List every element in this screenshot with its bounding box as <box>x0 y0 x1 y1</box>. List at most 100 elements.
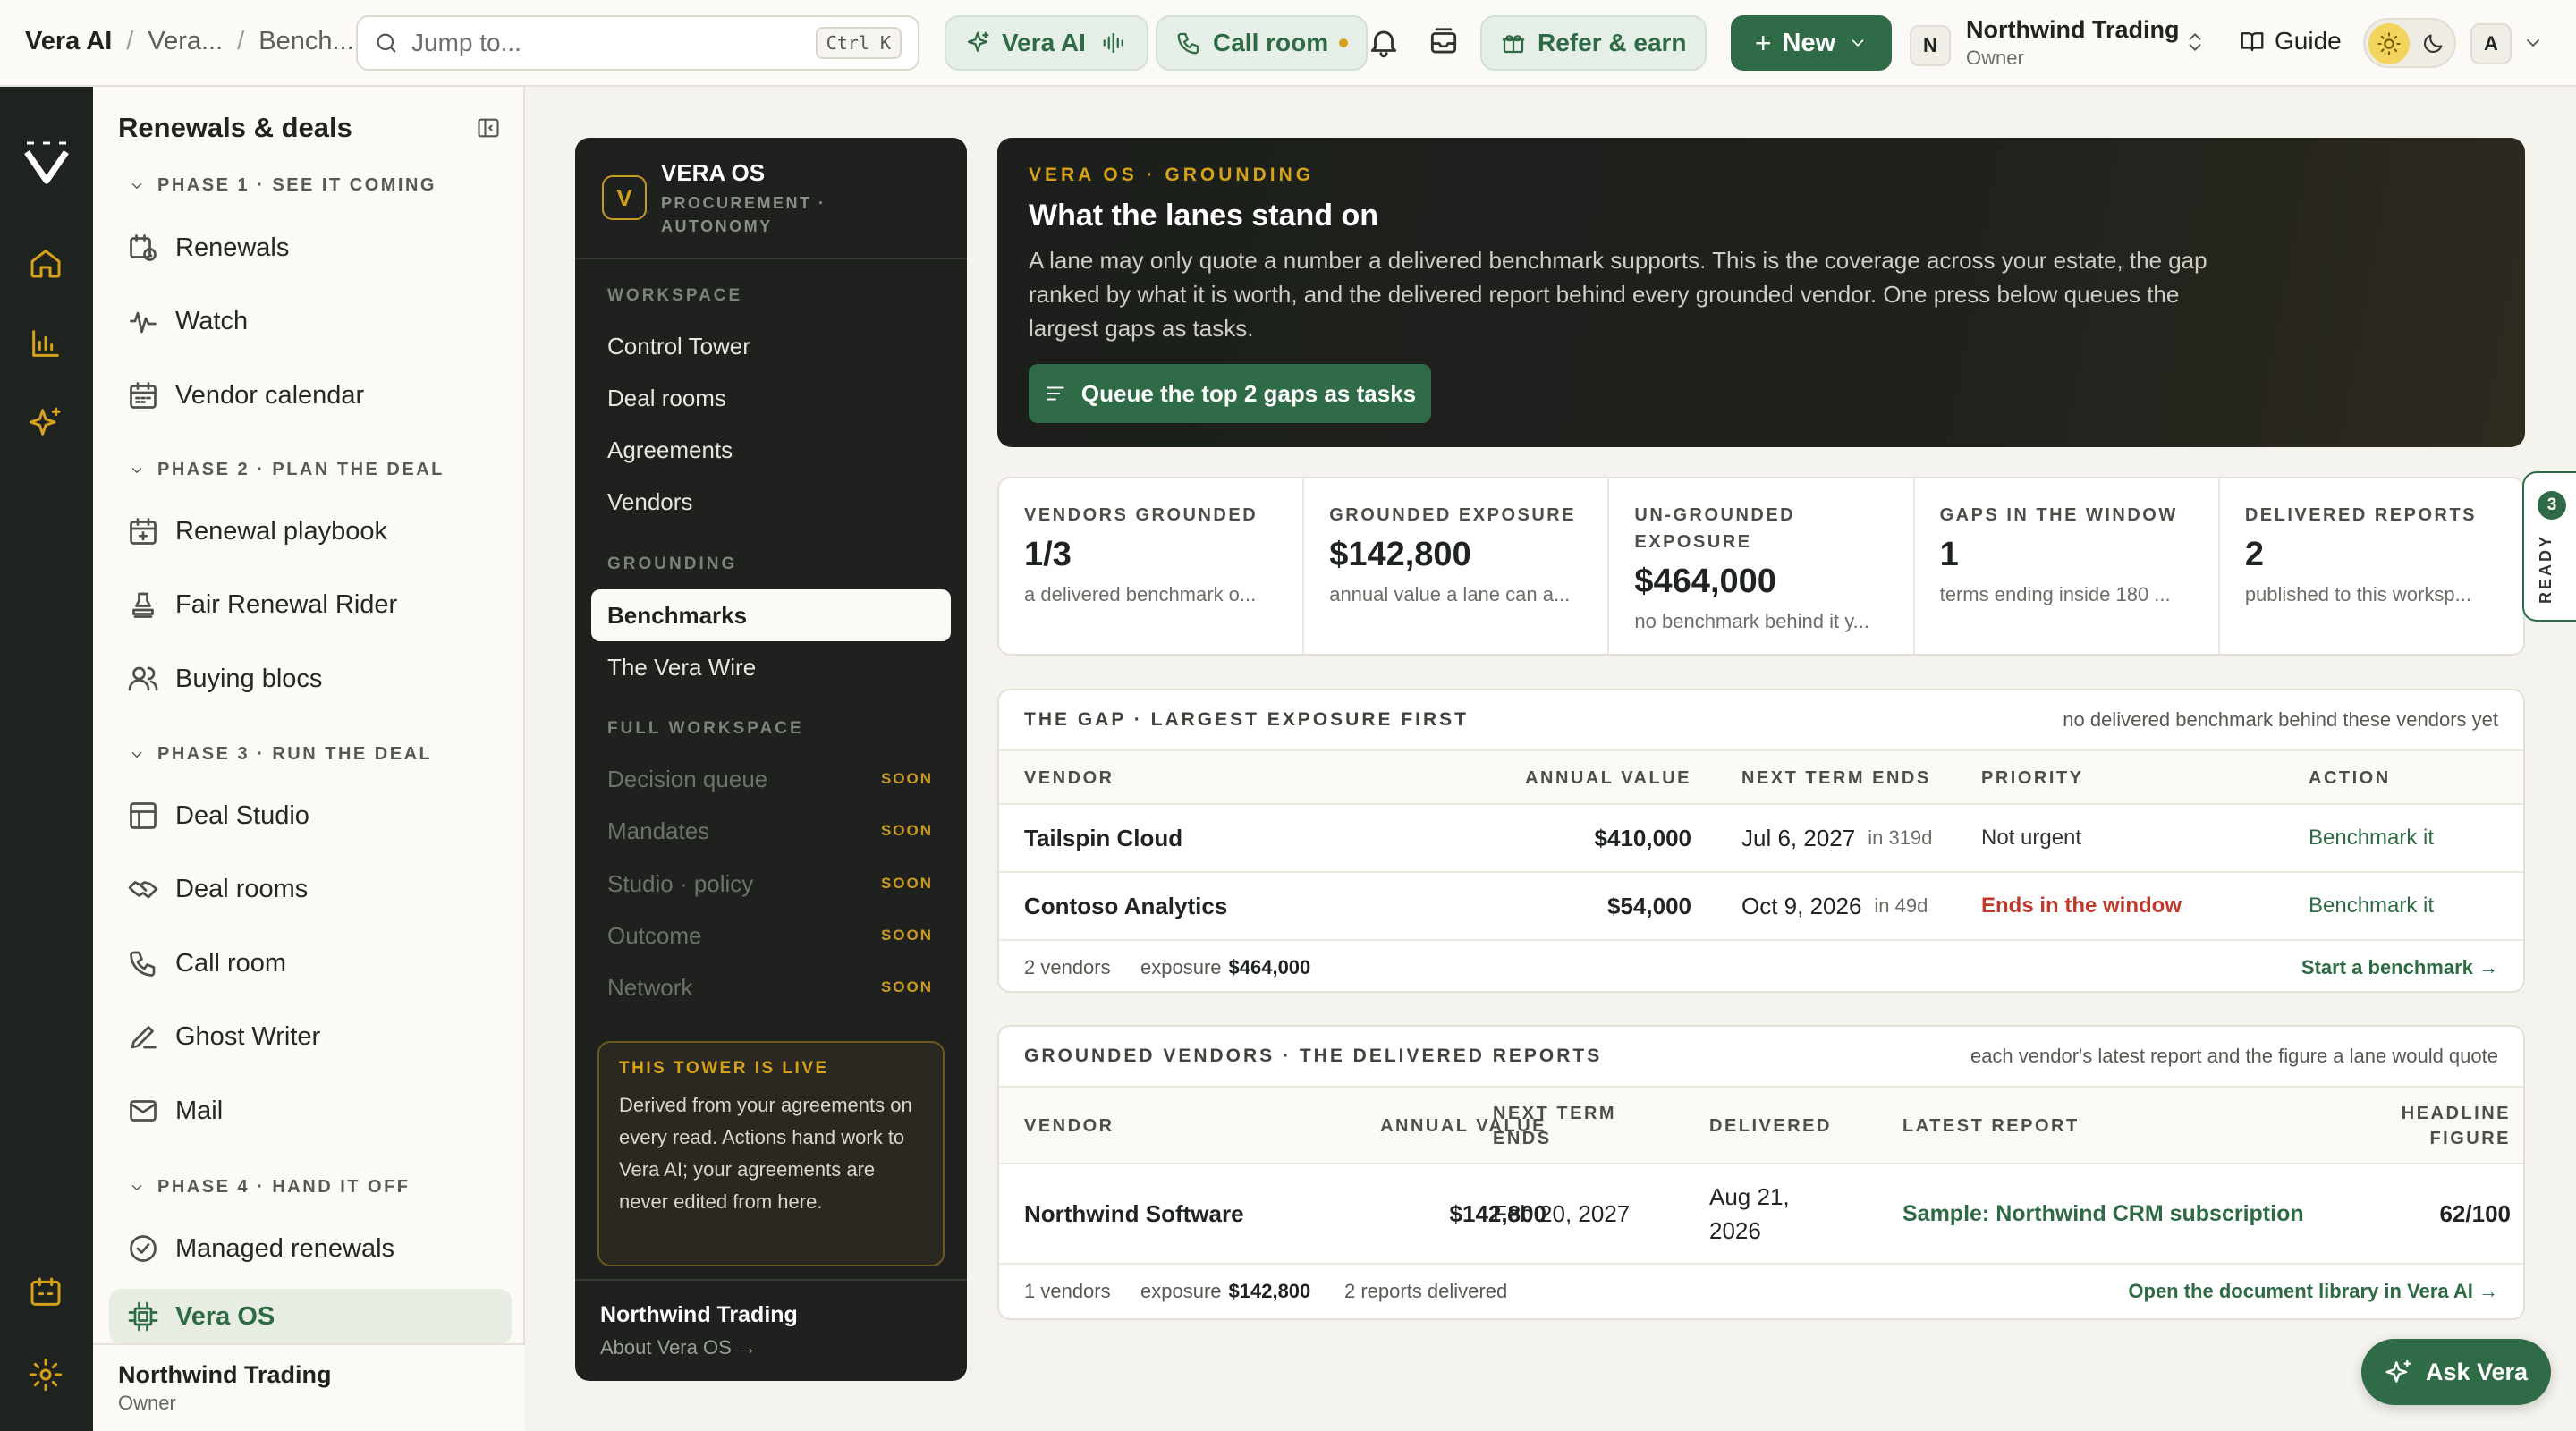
term-end-date: Feb 20, 2027 <box>1493 1199 1631 1227</box>
sidebar-item-deal-studio[interactable]: Deal Studio <box>109 788 512 843</box>
phase-header[interactable]: PHASE 4 · HAND IT OFF <box>129 1177 411 1198</box>
book-icon <box>2239 28 2266 55</box>
stat-value: 2 <box>2244 536 2264 573</box>
term-end-countdown: in 49d <box>1874 894 1928 917</box>
search-input[interactable]: Jump to... Ctrl K <box>356 15 919 71</box>
open-document-library-link[interactable]: Open the document library in Vera AI → <box>2128 1265 2498 1318</box>
guide-button[interactable]: Guide <box>2239 27 2342 55</box>
sparkle-icon[interactable] <box>28 404 64 440</box>
org-name[interactable]: Northwind Trading <box>1966 16 2179 44</box>
refer-earn-button[interactable]: Refer & earn <box>1480 15 1707 71</box>
nav-agreements[interactable]: Agreements <box>591 424 951 476</box>
sidebar-item-call-room[interactable]: Call room <box>109 936 512 991</box>
start-benchmark-link[interactable]: Start a benchmark → <box>2301 941 2498 991</box>
sidebar-item-watch[interactable]: Watch <box>109 293 512 349</box>
sidebar-item-managed-renewals[interactable]: Managed renewals <box>109 1221 512 1276</box>
refer-label: Refer & earn <box>1538 29 1687 56</box>
sidebar-item-renewals[interactable]: Renewals <box>109 220 512 275</box>
term-end-date: Jul 6, 2027 <box>1741 824 1856 851</box>
phase-header[interactable]: PHASE 1 · SEE IT COMING <box>129 175 436 196</box>
chevron-updown-icon[interactable] <box>2183 29 2207 55</box>
vera-os-nav-panel: V VERA OS PROCUREMENT · AUTONOMY WORKSPA… <box>575 138 967 1381</box>
stat-gaps-in-window: GAPS IN THE WINDOW 1 terms ending inside… <box>1915 478 2220 654</box>
sidebar-item-vendor-calendar[interactable]: Vendor calendar <box>109 368 512 423</box>
nav-vera-wire[interactable]: The Vera Wire <box>591 641 951 693</box>
user-avatar[interactable]: A <box>2470 23 2512 64</box>
sidebar-item-label: Renewals <box>175 233 290 262</box>
benchmark-it-link[interactable]: Benchmark it <box>2309 805 2434 871</box>
sidebar-item-fair-renewal-rider[interactable]: Fair Renewal Rider <box>109 577 512 632</box>
stat-vendors-grounded: VENDORS GROUNDED 1/3 a delivered benchma… <box>999 478 1305 654</box>
sidebar-item-ghost-writer[interactable]: Ghost Writer <box>109 1009 512 1064</box>
sidebar-item-deal-rooms[interactable]: Deal rooms <box>109 861 512 917</box>
gear-icon[interactable] <box>28 1357 64 1393</box>
ready-drawer-tab[interactable]: 3 READY <box>2522 471 2576 622</box>
stat-label: DELIVERED REPORTS <box>2244 505 2478 525</box>
mail-icon <box>127 1095 159 1127</box>
vera-os-footer: Northwind Trading About Vera OS → <box>575 1279 967 1381</box>
breadcrumb-app[interactable]: Vera AI <box>25 27 112 56</box>
collapse-sidebar-icon[interactable] <box>476 115 501 140</box>
chevron-down-icon[interactable] <box>2522 32 2544 54</box>
vendor-name[interactable]: Northwind Software <box>1024 1164 1244 1263</box>
breadcrumb-vera[interactable]: Vera... <box>148 27 223 56</box>
chevron-down-icon <box>129 462 145 478</box>
table-row[interactable]: Contoso Analytics $54,000 Oct 9, 2026 in… <box>999 873 2523 941</box>
new-button[interactable]: + New <box>1731 15 1892 71</box>
grounding-hero: VERA OS · GROUNDING What the lanes stand… <box>997 138 2525 447</box>
grounded-vendors-card: GROUNDED VENDORS · THE DELIVERED REPORTS… <box>997 1025 2525 1320</box>
sidebar-item-label: Managed renewals <box>175 1233 395 1263</box>
vera-logo-icon[interactable] <box>20 136 73 190</box>
sidebar-item-renewal-playbook[interactable]: Renewal playbook <box>109 504 512 559</box>
sidebar-item-mail[interactable]: Mail <box>109 1083 512 1139</box>
plus-icon: + <box>1754 26 1772 59</box>
vera-os-footer-org: Northwind Trading <box>600 1302 798 1327</box>
home-icon[interactable] <box>28 245 64 281</box>
chart-icon[interactable] <box>28 326 64 361</box>
breadcrumb-benchmarks[interactable]: Bench... <box>258 27 353 56</box>
sidebar-footer[interactable]: Northwind Trading Owner <box>93 1343 525 1431</box>
nav-benchmarks[interactable]: Benchmarks <box>591 589 951 641</box>
bell-icon[interactable] <box>1367 25 1401 59</box>
nav-control-tower[interactable]: Control Tower <box>591 320 951 372</box>
nav-mandates: Mandates SOON <box>591 805 951 857</box>
nav-vendors[interactable]: Vendors <box>591 476 951 528</box>
call-room-button[interactable]: Call room <box>1156 15 1368 71</box>
sidebar-item-label: Vendor calendar <box>175 380 365 410</box>
vera-ai-button[interactable]: Vera AI <box>945 15 1148 71</box>
latest-report-link[interactable]: Sample: Northwind CRM subscription <box>1902 1164 2304 1263</box>
exposure-label: exposure <box>1140 956 1222 978</box>
phase-label: PHASE 1 · SEE IT COMING <box>157 175 436 195</box>
sidebar-item-vera-os[interactable]: Vera OS <box>109 1289 512 1344</box>
ask-vera-button[interactable]: Ask Vera <box>2361 1339 2551 1405</box>
chevron-down-icon <box>129 747 145 763</box>
section-label-grounding: GROUNDING <box>607 555 738 573</box>
table-row[interactable]: Northwind Software $142,800 Feb 20, 2027… <box>999 1164 2523 1265</box>
gift-icon <box>1500 30 1527 56</box>
phase-header[interactable]: PHASE 3 · RUN THE DEAL <box>129 744 432 765</box>
stat-label: GAPS IN THE WINDOW <box>1939 505 2178 525</box>
theme-toggle[interactable] <box>2363 18 2456 68</box>
table-row[interactable]: Tailspin Cloud $410,000 Jul 6, 2027 in 3… <box>999 805 2523 873</box>
queue-gaps-button[interactable]: Queue the top 2 gaps as tasks <box>1029 364 1431 423</box>
stat-grounded-exposure: GROUNDED EXPOSURE $142,800 annual value … <box>1304 478 1610 654</box>
calendar-icon[interactable] <box>28 1274 64 1310</box>
phase-header[interactable]: PHASE 2 · PLAN THE DEAL <box>129 460 445 480</box>
stat-description: published to this worksp... <box>2244 583 2471 605</box>
org-avatar[interactable]: N <box>1910 25 1951 66</box>
nav-deal-rooms[interactable]: Deal rooms <box>591 372 951 424</box>
benchmark-it-link[interactable]: Benchmark it <box>2309 873 2434 939</box>
stat-label: GROUNDED EXPOSURE <box>1329 505 1577 525</box>
vendor-name[interactable]: Contoso Analytics <box>1024 873 1227 939</box>
phase-label: PHASE 4 · HAND IT OFF <box>157 1177 411 1197</box>
grounded-table-columns: VENDOR ANNUAL VALUE NEXT TERM ENDS DELIV… <box>999 1088 2523 1164</box>
vendor-name[interactable]: Tailspin Cloud <box>1024 805 1182 871</box>
org-role: Owner <box>1966 47 2024 69</box>
about-vera-os-link[interactable]: About Vera OS → <box>600 1336 757 1359</box>
inbox-icon[interactable] <box>1427 25 1461 59</box>
calendar-clock-icon <box>127 232 159 264</box>
sidebar-item-buying-blocs[interactable]: Buying blocs <box>109 651 512 707</box>
voice-wave-icon <box>1100 30 1129 56</box>
sparkle-icon <box>964 30 991 56</box>
icon-rail <box>0 87 93 1431</box>
